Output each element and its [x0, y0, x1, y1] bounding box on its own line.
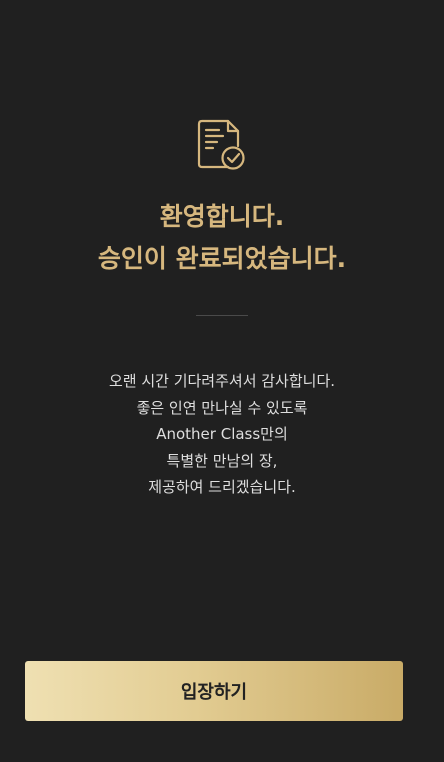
divider [196, 315, 248, 316]
document-check-icon [192, 116, 252, 176]
message-line: 오랜 시간 기다려주셔서 감사합니다. [108, 372, 336, 390]
message-line: 특별한 만남의 장, [166, 451, 278, 470]
welcome-message: 오랜 시간 기다려주셔서 감사합니다. 좋은 인연 만나실 수 있도록 Anot… [0, 368, 444, 501]
welcome-title-line1: 환영합니다. [159, 202, 285, 231]
enter-button[interactable]: 입장하기 [25, 661, 403, 721]
message-line: 좋은 인연 만나실 수 있도록 [136, 398, 308, 417]
message-line: 제공하여 드리겠습니다. [148, 478, 296, 496]
approval-complete-screen: 환영합니다. 승인이 완료되었습니다. 오랜 시간 기다려주셔서 감사합니다. … [0, 0, 444, 762]
welcome-title: 환영합니다. 승인이 완료되었습니다. [0, 196, 444, 280]
message-line: Another Class만의 [156, 425, 288, 443]
welcome-title-line2: 승인이 완료되었습니다. [97, 244, 347, 273]
